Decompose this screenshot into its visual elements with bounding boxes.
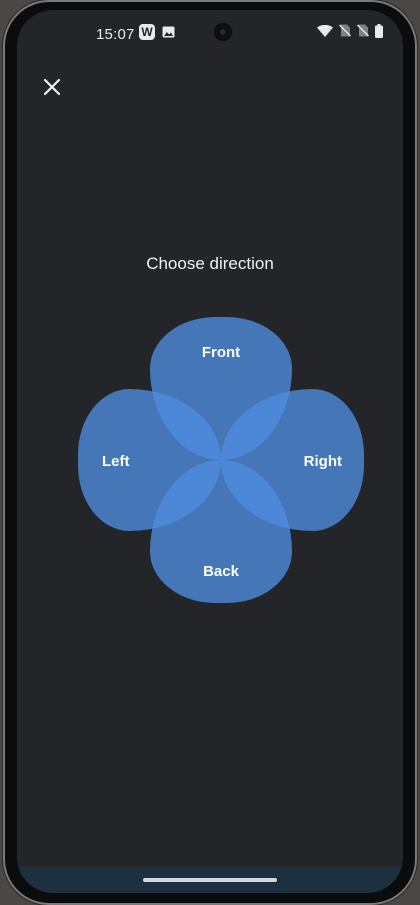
battery-icon xyxy=(375,23,383,43)
direction-front-label: Front xyxy=(201,344,241,361)
close-icon xyxy=(43,78,61,96)
phone-frame: 15:07 W Choose direction Front Left Righ… xyxy=(3,0,417,905)
status-bar: 15:07 W xyxy=(17,10,403,58)
close-button[interactable] xyxy=(37,72,67,102)
direction-left-label: Left xyxy=(102,453,130,470)
page-title: Choose direction xyxy=(146,254,274,273)
no-sim-icon xyxy=(357,24,369,42)
wifi-icon xyxy=(317,24,333,42)
no-sim-icon xyxy=(339,24,351,42)
notification-w-icon: W xyxy=(139,24,155,40)
front-camera xyxy=(213,22,233,42)
status-icons xyxy=(317,23,383,43)
direction-pad: Front Left Right Back xyxy=(78,317,364,603)
app-screen: 15:07 W Choose direction Front Left Righ… xyxy=(17,10,403,893)
direction-right-label: Right xyxy=(303,453,342,470)
gallery-icon xyxy=(162,26,175,38)
navigation-bar xyxy=(17,867,403,893)
status-time: 15:07 xyxy=(96,26,135,43)
home-indicator[interactable] xyxy=(143,878,277,882)
direction-back-label: Back xyxy=(203,563,239,580)
